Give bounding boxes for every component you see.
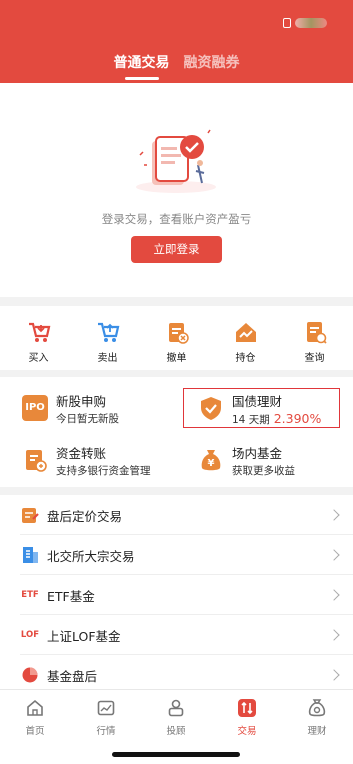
cancel-order-label: 撤单 (166, 353, 187, 364)
buy-button[interactable]: 买入 (10, 306, 68, 370)
ipo-subscription-item[interactable]: IPO 新股申购 今日暂无新股 (22, 389, 182, 431)
pie-icon (22, 667, 38, 683)
list-item-label: ETF基金 (47, 588, 95, 604)
home-indicator (112, 752, 240, 757)
advisor-icon (168, 699, 184, 717)
highlight-box (183, 388, 340, 428)
login-button[interactable]: 立即登录 (131, 236, 222, 263)
etf-icon: ETF (21, 590, 39, 600)
fund-transfer-title: 资金转账 (56, 446, 107, 461)
transfer-icon (26, 450, 47, 472)
holdings-label: 持仓 (235, 353, 256, 364)
home-icon (27, 699, 43, 716)
cart-out-icon (97, 322, 119, 342)
chevron-right-icon (328, 669, 340, 681)
cancel-order-button[interactable]: 撤单 (148, 306, 206, 370)
tab-normal-trade[interactable]: 普通交易 (114, 53, 170, 80)
cart-in-icon (28, 322, 50, 342)
fund-transfer-subtitle: 支持多银行资金管理 (56, 465, 151, 477)
tab-label: 交易 (237, 726, 257, 737)
chevron-right-icon (328, 589, 340, 601)
list-item-label: 上证LOF基金 (47, 628, 121, 644)
ipo-title: 新股申购 (56, 394, 107, 409)
tab-home[interactable]: 首页 (10, 698, 60, 737)
query-button[interactable]: 查询 (286, 306, 344, 370)
list-item-fund-after-hours[interactable]: 基金盘后 (0, 655, 353, 691)
tab-label: 投顾 (166, 726, 186, 737)
sell-button[interactable]: 卖出 (79, 306, 137, 370)
tab-margin-trade[interactable]: 融资融券 (184, 53, 240, 75)
chevron-right-icon (328, 549, 340, 561)
status-indicator-icon (283, 15, 333, 31)
trade-icon (238, 699, 256, 717)
sell-label: 卖出 (97, 353, 118, 364)
ipo-subtitle: 今日暂无新股 (56, 413, 119, 425)
list-item-label: 基金盘后 (47, 668, 98, 684)
tab-label: 首页 (25, 726, 45, 737)
login-card: 登录交易，查看账户资产盈亏 立即登录 (0, 83, 353, 297)
list-item-after-hours[interactable]: 盘后定价交易 (0, 495, 353, 535)
quick-actions-bar: 买入 卖出 撤单 持仓 查询 (0, 306, 353, 370)
exchange-fund-subtitle: 获取更多收益 (232, 465, 295, 477)
chevron-right-icon (328, 629, 340, 641)
ipo-icon: IPO (22, 395, 48, 421)
svg-text:¥: ¥ (208, 458, 215, 469)
list-item-bse-block[interactable]: 北交所大宗交易 (0, 535, 353, 575)
login-illustration-icon (136, 129, 216, 193)
list-item-label: 北交所大宗交易 (47, 548, 135, 564)
wealth-icon (308, 699, 326, 717)
tab-market[interactable]: 行情 (81, 698, 131, 737)
query-icon (306, 322, 327, 344)
cancel-order-icon (168, 323, 189, 344)
money-bag-icon: ¥ (201, 450, 221, 471)
tab-advisor[interactable]: 投顾 (151, 698, 201, 737)
tab-wealth[interactable]: 理财 (292, 698, 342, 737)
holdings-button[interactable]: 持仓 (217, 306, 275, 370)
chevron-right-icon (328, 509, 340, 521)
trade-services-list: 盘后定价交易 北交所大宗交易 ETF ETF基金 LOF 上证LOF基金 基金盘… (0, 495, 353, 691)
query-label: 查询 (304, 353, 325, 364)
list-item-label: 盘后定价交易 (47, 508, 123, 524)
holdings-icon (235, 323, 256, 342)
tab-label: 行情 (96, 726, 116, 737)
after-hours-icon (22, 508, 39, 523)
fund-transfer-item[interactable]: 资金转账 支持多银行资金管理 (22, 441, 182, 483)
chart-icon (97, 700, 115, 716)
login-prompt: 登录交易，查看账户资产盈亏 (101, 212, 252, 226)
tab-label: 理财 (307, 726, 327, 737)
lof-icon: LOF (20, 630, 40, 640)
list-item-etf[interactable]: ETF ETF基金 (0, 575, 353, 615)
building-icon (23, 547, 38, 563)
exchange-fund-title: 场内基金 (232, 446, 283, 461)
list-item-lof[interactable]: LOF 上证LOF基金 (0, 615, 353, 655)
top-header: 普通交易 融资融券 (0, 0, 353, 83)
trade-mode-tabs: 普通交易 融资融券 (0, 53, 353, 80)
exchange-fund-item[interactable]: ¥ 场内基金 获取更多收益 (198, 441, 353, 483)
tab-trade[interactable]: 交易 (222, 698, 272, 737)
buy-label: 买入 (28, 353, 49, 364)
